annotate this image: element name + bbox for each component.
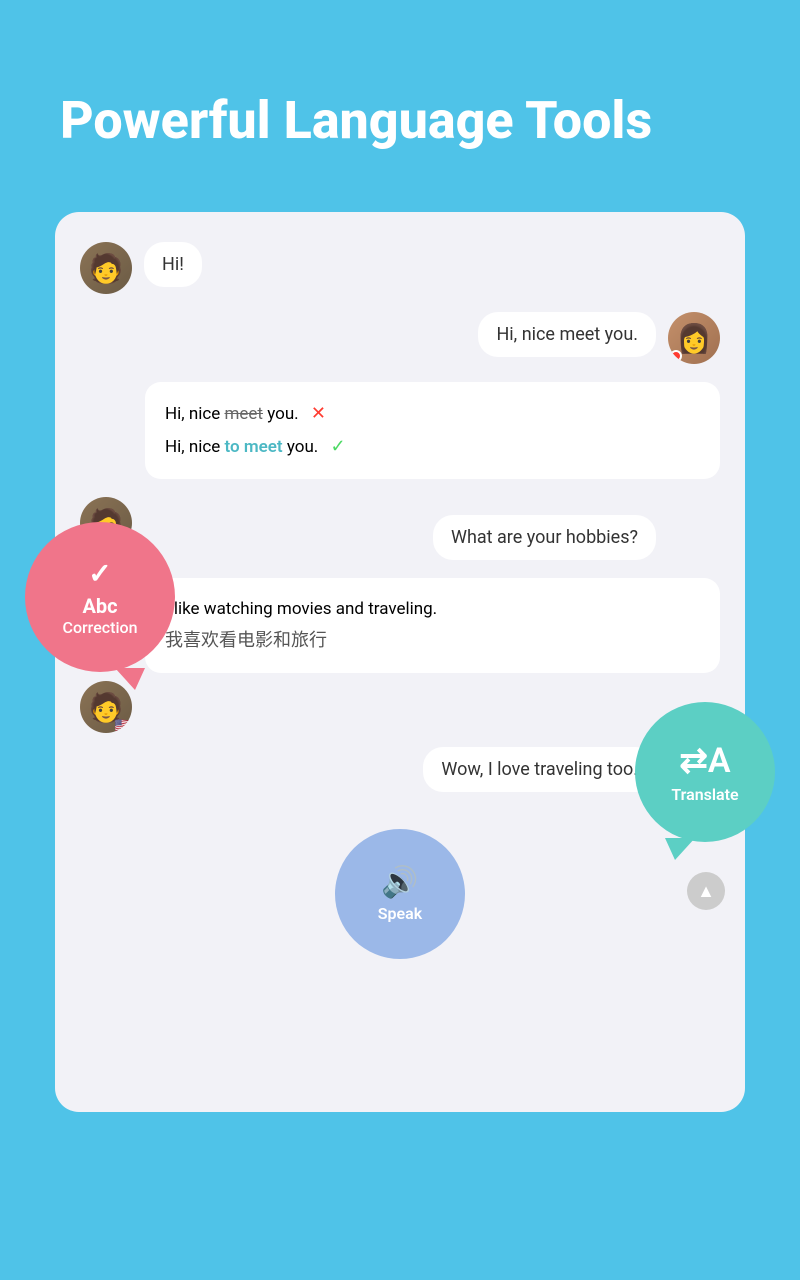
avatar-row-2: 🧑 🇺🇸	[80, 681, 720, 733]
page-title: Powerful Language Tools	[0, 0, 800, 212]
scroll-up-button[interactable]: ▲	[687, 872, 725, 910]
check-mark: ✓	[331, 436, 346, 457]
message-bubble: Hi, nice meet you.	[478, 312, 656, 357]
translate-icon: ⇄A	[679, 741, 730, 781]
abc-title: Abc	[82, 594, 117, 618]
message-row: 👩 Hi, nice meet you.	[80, 312, 720, 364]
abc-subtitle: Correction	[63, 618, 138, 637]
avatar: 🧑	[80, 242, 132, 294]
translated-text: 我喜欢看电影和旅行	[165, 625, 700, 657]
translation-card: I like watching movies and traveling. 我喜…	[145, 578, 720, 673]
translate-bubble[interactable]: ⇄A Translate	[635, 702, 775, 842]
message-bubble: Hi!	[144, 242, 202, 287]
message-row: 🧑 Hi!	[80, 242, 720, 294]
original-text: I like watching movies and traveling.	[165, 594, 700, 625]
message-text: What are your hobbies?	[451, 527, 638, 548]
correct-word: to meet	[224, 437, 282, 457]
message-bubble: Wow, I love traveling too.	[423, 747, 656, 792]
speak-icon: 🔊	[381, 865, 418, 900]
abc-correction-bubble[interactable]: ✓ Abc Correction	[25, 522, 175, 672]
correction-card: Hi, nice meet you. ✕ Hi, nice to meet yo…	[145, 382, 720, 479]
message-text: Wow, I love traveling too.	[441, 759, 638, 780]
message-text: Hi, nice meet you.	[496, 324, 638, 345]
message-row: What are your hobbies?	[80, 515, 720, 560]
avatar: 👩	[668, 312, 720, 364]
speak-label: Speak	[378, 904, 422, 923]
x-mark: ✕	[311, 403, 326, 424]
chat-container: ✓ Abc Correction ⇄A Translate ▲ 🧑 Hi! 👩 …	[55, 212, 745, 1112]
correct-line: Hi, nice to meet you. ✓	[165, 431, 700, 463]
avatar-face: 🧑	[80, 242, 132, 294]
message-bubble: What are your hobbies?	[433, 515, 656, 560]
translate-label: Translate	[671, 785, 738, 804]
message-text: Hi!	[162, 254, 184, 275]
flag-badge: 🇺🇸	[115, 719, 132, 733]
wrong-line: Hi, nice meet you. ✕	[165, 398, 700, 430]
check-symbol: ✓	[88, 557, 111, 590]
speak-bubble[interactable]: 🔊 Speak	[335, 829, 465, 959]
message-row: 👩 Wow, I love traveling too.	[80, 747, 720, 799]
wrong-word: meet	[224, 404, 263, 424]
